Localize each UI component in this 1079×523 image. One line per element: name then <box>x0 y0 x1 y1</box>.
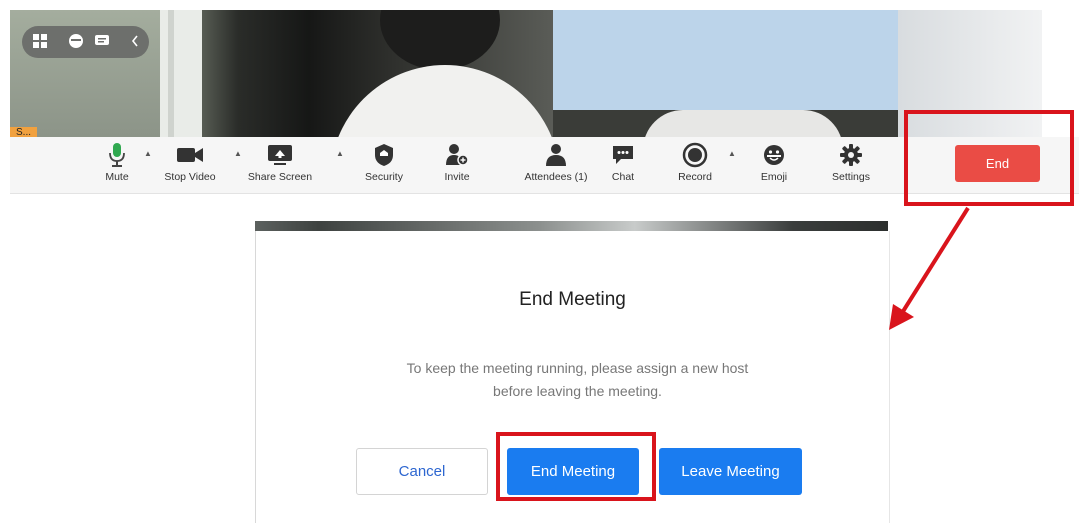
video-area: S... <box>10 10 1042 137</box>
participant-name-tag: S... <box>10 127 38 137</box>
invite-button[interactable]: Invite <box>422 141 492 189</box>
chat-icon <box>611 141 635 169</box>
video-camera-icon <box>176 141 204 169</box>
mute-button[interactable]: Mute <box>82 141 152 189</box>
chat-label: Chat <box>611 171 635 183</box>
video-background-blue <box>553 10 898 110</box>
participant-head <box>380 10 500 70</box>
participant-shirt <box>330 65 553 137</box>
annotation-arrow-head <box>889 304 914 330</box>
view-options-pill[interactable] <box>22 26 149 58</box>
dialog-message-line-1: To keep the meeting running, please assi… <box>406 360 749 376</box>
dialog-message-line-2: before leaving the meeting. <box>493 383 662 399</box>
self-video-person <box>643 110 843 137</box>
dialog-title: End Meeting <box>519 289 626 310</box>
end-meeting-highlight <box>496 432 656 501</box>
add-user-icon <box>445 141 469 169</box>
record-label: Record <box>678 171 712 183</box>
attendees-icon <box>545 141 567 169</box>
end-button-highlight <box>904 110 1074 206</box>
gear-icon <box>839 141 863 169</box>
record-icon <box>682 141 708 169</box>
share-options-caret[interactable]: ▲ <box>336 149 344 158</box>
gallery-view-icon[interactable] <box>32 33 48 52</box>
stop-video-button[interactable]: Stop Video <box>155 141 225 189</box>
cancel-button[interactable]: Cancel <box>356 448 488 495</box>
invite-label: Invite <box>444 171 470 183</box>
security-label: Security <box>365 171 403 183</box>
record-options-caret[interactable]: ▲ <box>728 149 736 158</box>
video-options-caret[interactable]: ▲ <box>234 149 242 158</box>
dialog-message: To keep the meeting running, please assi… <box>346 357 809 403</box>
shield-icon <box>374 141 394 169</box>
annotation-arrow-line <box>900 206 970 315</box>
video-background-door <box>160 10 202 137</box>
settings-label: Settings <box>832 171 870 183</box>
leave-meeting-button[interactable]: Leave Meeting <box>659 448 802 495</box>
emoji-icon <box>762 141 786 169</box>
attendees-label: Attendees (1) <box>524 171 588 183</box>
settings-button[interactable]: Settings <box>816 141 886 189</box>
share-screen-button[interactable]: Share Screen <box>245 141 315 189</box>
collapse-arrow-icon[interactable] <box>130 34 140 51</box>
microphone-icon <box>106 141 128 169</box>
security-button[interactable]: Security <box>349 141 419 189</box>
share-screen-label: Share Screen <box>247 171 313 183</box>
emoji-label: Emoji <box>760 171 788 183</box>
record-button[interactable]: Record <box>660 141 730 189</box>
dialog-background-strip <box>255 221 888 231</box>
share-screen-icon <box>266 141 294 169</box>
emoji-button[interactable]: Emoji <box>739 141 809 189</box>
mute-options-caret[interactable]: ▲ <box>144 149 152 158</box>
emoji-face-icon[interactable] <box>68 33 84 52</box>
stop-video-label: Stop Video <box>164 171 216 183</box>
chat-button[interactable]: Chat <box>588 141 658 189</box>
mute-label: Mute <box>105 171 129 183</box>
chat-bubble-icon[interactable] <box>94 33 110 52</box>
